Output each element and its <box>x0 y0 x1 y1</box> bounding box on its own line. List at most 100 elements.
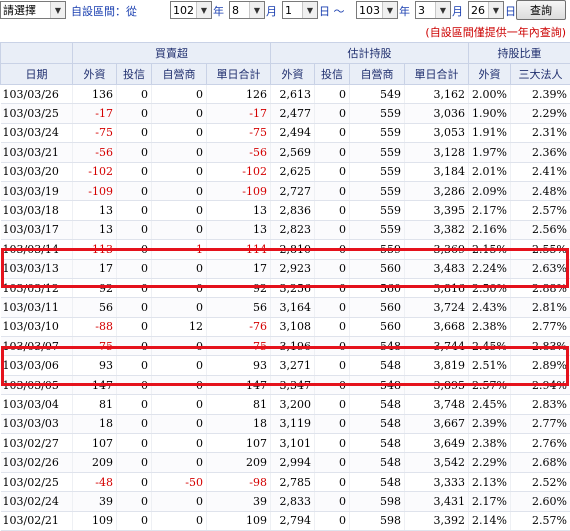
value-cell: 2.39% <box>469 414 511 433</box>
value-cell: 3,392 <box>405 511 469 530</box>
value-cell: 2,569 <box>271 143 315 162</box>
value-cell: 3,286 <box>405 181 469 200</box>
header-blank <box>1 43 73 64</box>
value-cell: 18 <box>73 414 117 433</box>
column-header: 三大法人 <box>511 64 570 85</box>
to-day-select[interactable]: 26 ▼ <box>468 1 504 19</box>
value-cell: 0 <box>315 317 350 336</box>
range-note: (自設區間僅提供一年內查詢) <box>425 24 566 40</box>
value-cell: -50 <box>152 472 207 491</box>
table-row: 103/03/19-10900-1092,72705593,2862.09%2.… <box>1 181 570 200</box>
date-cell: 103/03/24 <box>1 123 73 142</box>
value-cell: 2.29% <box>469 453 511 472</box>
value-cell: 0 <box>117 434 152 453</box>
value-cell: 2.38% <box>469 434 511 453</box>
value-cell: 2.81% <box>511 298 570 317</box>
value-cell: 2.00% <box>469 85 511 104</box>
value-cell: 2.01% <box>469 162 511 181</box>
column-header-row: 日期外資投信自營商單日合計外資投信自營商單日合計外資三大法人 <box>1 64 570 85</box>
value-cell: 2,823 <box>271 220 315 239</box>
value-cell: 3,431 <box>405 492 469 511</box>
value-cell: 3,164 <box>271 298 315 317</box>
from-year-select[interactable]: 102 ▼ <box>170 1 212 19</box>
value-cell: 2.56% <box>511 220 570 239</box>
value-cell: 3,542 <box>405 453 469 472</box>
from-month-select[interactable]: 8 ▼ <box>229 1 265 19</box>
date-cell: 103/02/26 <box>1 453 73 472</box>
table-row: 103/03/181300132,83605593,3952.17%2.57% <box>1 201 570 220</box>
range-label: 自設區間：從 <box>71 3 137 19</box>
value-cell: 0 <box>315 414 350 433</box>
value-cell: 12 <box>152 317 207 336</box>
value-cell: 2,785 <box>271 472 315 491</box>
value-cell: 39 <box>207 492 271 511</box>
column-header: 單日合計 <box>405 64 469 85</box>
chevron-down-icon: ▼ <box>249 2 264 18</box>
value-cell: 0 <box>315 492 350 511</box>
value-cell: 0 <box>315 85 350 104</box>
value-cell: 209 <box>207 453 271 472</box>
date-cell: 103/02/24 <box>1 492 73 511</box>
to-year-select[interactable]: 103 ▼ <box>356 1 398 19</box>
value-cell: 2.48% <box>511 181 570 200</box>
highlight-box <box>1 248 569 288</box>
value-cell: 3,649 <box>405 434 469 453</box>
from-day-value: 1 <box>285 4 292 17</box>
value-cell: 0 <box>315 220 350 239</box>
value-cell: -76 <box>207 317 271 336</box>
value-cell: 2.41% <box>511 162 570 181</box>
value-cell: 2.77% <box>511 317 570 336</box>
value-cell: 0 <box>315 434 350 453</box>
column-header: 投信 <box>315 64 350 85</box>
value-cell: 0 <box>152 181 207 200</box>
date-cell: 103/03/21 <box>1 143 73 162</box>
chevron-down-icon: ▼ <box>196 2 211 18</box>
value-cell: 2.76% <box>511 434 570 453</box>
date-cell: 103/02/27 <box>1 434 73 453</box>
value-cell: 0 <box>152 85 207 104</box>
year-unit-label-2: 年 <box>399 3 410 19</box>
value-cell: 3,101 <box>271 434 315 453</box>
value-cell: 0 <box>152 298 207 317</box>
value-cell: 109 <box>207 511 271 530</box>
table-row: 103/03/25-1700-172,47705593,0361.90%2.29… <box>1 104 570 123</box>
value-cell: -17 <box>73 104 117 123</box>
value-cell: 548 <box>350 453 405 472</box>
mode-select[interactable]: 請選擇 ▼ <box>0 1 66 19</box>
value-cell: 3,668 <box>405 317 469 336</box>
table-row: 103/03/20-10200-1022,62505593,1842.01%2.… <box>1 162 570 181</box>
year-unit-label: 年 <box>213 3 224 19</box>
to-month-select[interactable]: 3 ▼ <box>415 1 451 19</box>
table-row: 103/03/21-5600-562,56905593,1281.97%2.36… <box>1 143 570 162</box>
value-cell: 0 <box>152 511 207 530</box>
table-body: 103/03/26136001262,61305493,1622.00%2.39… <box>1 85 570 531</box>
value-cell: 559 <box>350 181 405 200</box>
value-cell: 548 <box>350 434 405 453</box>
date-cell: 103/03/10 <box>1 317 73 336</box>
column-header: 日期 <box>1 64 73 85</box>
value-cell: 2,994 <box>271 453 315 472</box>
value-cell: 0 <box>117 104 152 123</box>
value-cell: -17 <box>207 104 271 123</box>
value-cell: 2.13% <box>469 472 511 491</box>
to-day-value: 26 <box>471 4 485 17</box>
value-cell: 0 <box>117 143 152 162</box>
value-cell: 209 <box>73 453 117 472</box>
query-button[interactable]: 查詢 <box>516 0 566 20</box>
table-row: 103/02/25-480-50-982,78505483,3332.13%2.… <box>1 472 570 491</box>
value-cell: 0 <box>117 201 152 220</box>
value-cell: -88 <box>73 317 117 336</box>
value-cell: 81 <box>73 395 117 414</box>
from-day-select[interactable]: 1 ▼ <box>282 1 318 19</box>
column-header: 外資 <box>469 64 511 85</box>
value-cell: 3,108 <box>271 317 315 336</box>
value-cell: 0 <box>152 395 207 414</box>
value-cell: 13 <box>73 220 117 239</box>
value-cell: 0 <box>315 162 350 181</box>
value-cell: 3,162 <box>405 85 469 104</box>
value-cell: 0 <box>152 220 207 239</box>
value-cell: 3,184 <box>405 162 469 181</box>
value-cell: 81 <box>207 395 271 414</box>
value-cell: 2,613 <box>271 85 315 104</box>
table-row: 103/03/048100813,20005483,7482.45%2.83% <box>1 395 570 414</box>
